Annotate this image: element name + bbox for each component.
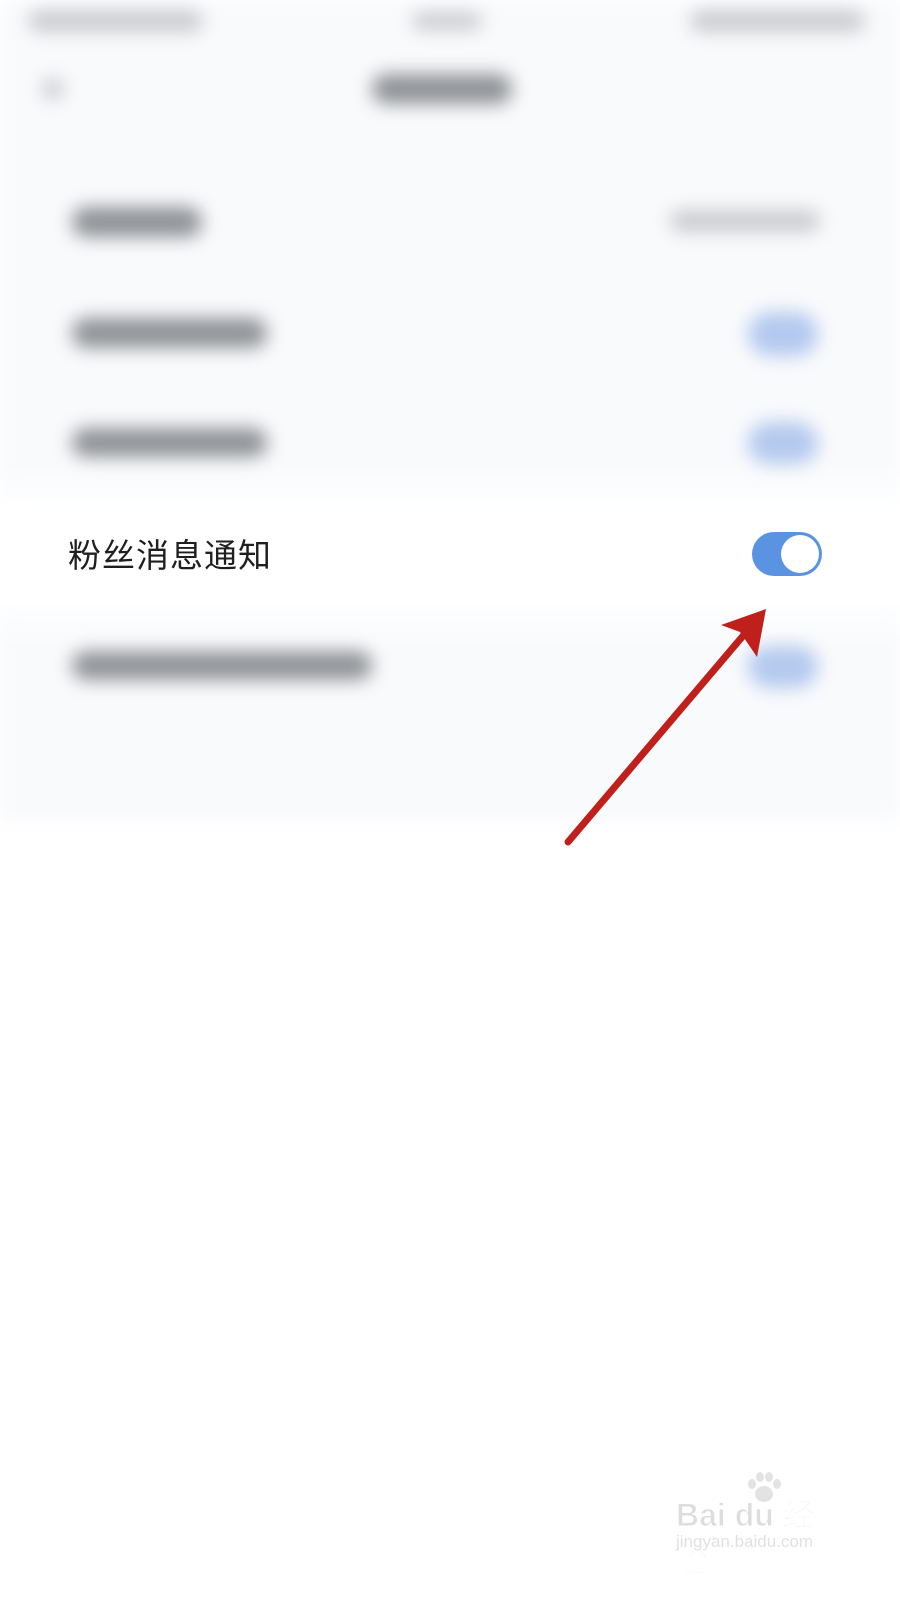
obscured-toggle[interactable]: [748, 422, 818, 466]
back-icon[interactable]: [42, 78, 64, 100]
obscured-toggle[interactable]: [748, 644, 818, 688]
blurred-background: [0, 0, 900, 820]
obscured-row-value: [670, 210, 820, 232]
status-bar-right: [690, 10, 865, 32]
obscured-row-label: [72, 428, 267, 458]
watermark-url: jingyan.baidu.com: [676, 1532, 814, 1551]
page-title: [372, 74, 512, 104]
obscured-row-label: [72, 207, 202, 237]
obscured-toggle[interactable]: [748, 312, 818, 356]
baidu-jingyan-watermark: Bai du 经验 jingyan.baidu.com: [672, 1470, 842, 1580]
fan-message-notification-toggle[interactable]: [752, 532, 822, 576]
obscured-row-label: [72, 318, 267, 348]
status-bar-left: [28, 10, 203, 32]
status-bar-center: [412, 12, 482, 30]
toggle-knob: [781, 535, 819, 573]
settings-screen: 粉丝消息通知 Bai du 经验 jingyan.baidu.com: [0, 0, 900, 1600]
fan-message-notification-label: 粉丝消息通知: [68, 536, 272, 575]
obscured-row-label: [72, 650, 372, 680]
